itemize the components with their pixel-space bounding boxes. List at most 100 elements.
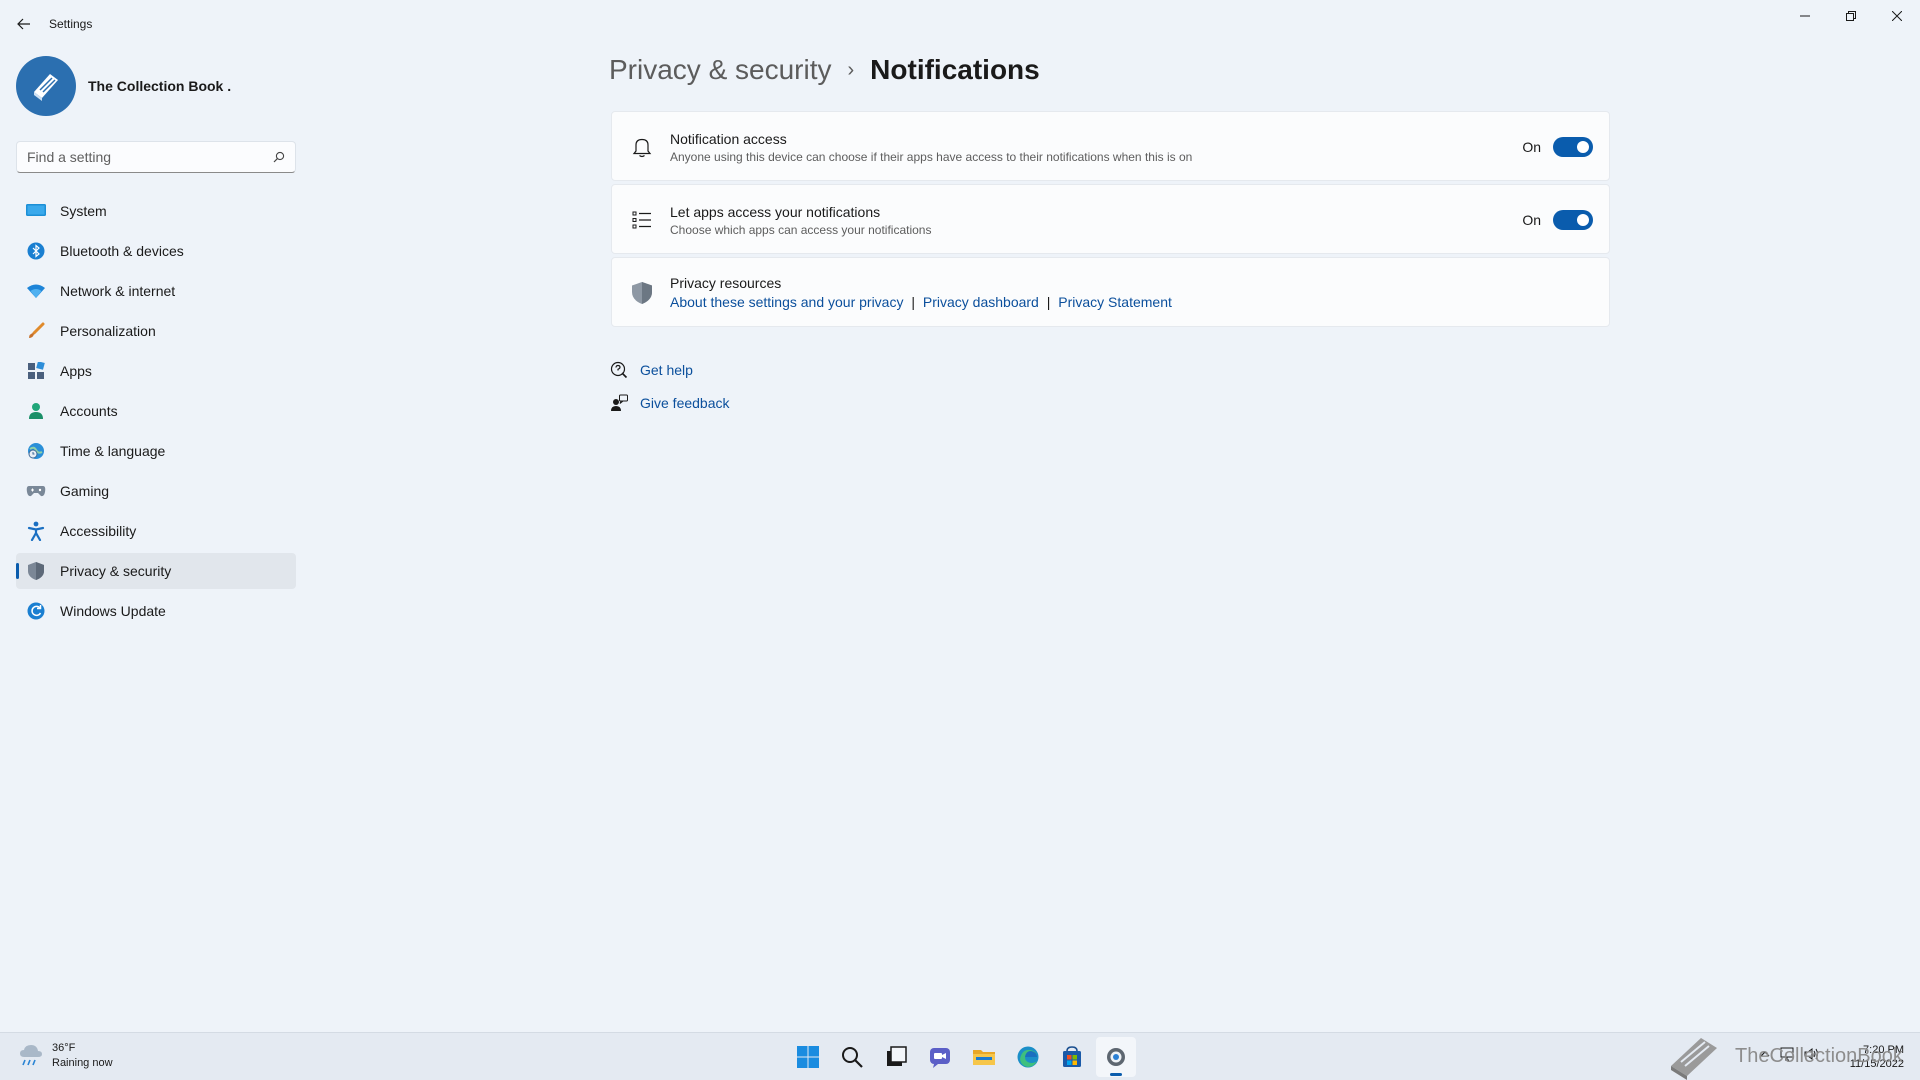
sidebar-item-privacy-security[interactable]: Privacy & security [16,553,296,589]
sidebar-item-accessibility[interactable]: Accessibility [16,513,296,549]
sidebar-nav: System Bluetooth & devices Network & int… [16,193,296,633]
privacy-links: About these settings and your privacy | … [670,294,1172,310]
notification-access-toggle-group: On [1522,137,1593,157]
shield-icon [26,561,46,581]
taskbar: 36°F Raining now 7:20 PM 11/15/2022 [0,1032,1920,1080]
weather-description: Raining now [52,1057,113,1069]
maximize-button[interactable] [1828,0,1874,32]
notification-access-toggle[interactable] [1553,137,1593,157]
app-title: Settings [49,17,93,31]
store-icon[interactable] [1052,1037,1092,1077]
restore-icon [1846,11,1856,21]
setting-description: Anyone using this device can choose if t… [670,150,1193,164]
bell-icon [629,134,655,160]
taskbar-apps [788,1037,1140,1077]
get-help-link[interactable]: Get help [640,362,693,378]
get-help-row: Get help [610,361,693,379]
sidebar-item-apps[interactable]: Apps [16,353,296,389]
accessibility-icon [26,521,46,541]
let-apps-access-toggle-group: On [1522,210,1593,230]
sidebar-item-label: Bluetooth & devices [60,243,184,259]
toggle-state-label: On [1522,212,1541,228]
watermark: TheCollectionBook [1665,1032,1903,1080]
sidebar-item-gaming[interactable]: Gaming [16,473,296,509]
bluetooth-icon [26,241,46,261]
sidebar-item-label: Time & language [60,443,166,459]
weather-text: 36°F Raining now [52,1041,113,1071]
sidebar-item-time-language[interactable]: Time & language [16,433,296,469]
system-icon [26,201,46,221]
let-apps-access-toggle[interactable] [1553,210,1593,230]
privacy-resources-card: Privacy resources About these settings a… [611,257,1610,327]
wifi-icon [26,281,46,301]
breadcrumb: Privacy & security › Notifications [609,54,1040,86]
sidebar-item-personalization[interactable]: Personalization [16,313,296,349]
gamepad-icon [26,481,46,501]
sidebar-item-label: System [60,203,107,219]
link-separator: | [1046,294,1051,310]
sidebar-item-label: Accessibility [60,523,137,539]
give-feedback-link[interactable]: Give feedback [640,395,730,411]
sidebar-item-label: Gaming [60,483,110,499]
sidebar-item-label: Accounts [60,403,118,419]
give-feedback-row: Give feedback [610,394,730,412]
book-icon [34,74,58,101]
sidebar-item-label: Privacy & security [60,563,172,579]
sidebar-item-label: Network & internet [60,283,176,299]
edge-icon[interactable] [1008,1037,1048,1077]
setting-title: Let apps access your notifications [670,204,881,220]
sidebar-item-label: Personalization [60,323,156,339]
rain-cloud-icon [20,1045,42,1066]
back-button[interactable] [12,12,36,36]
setting-title: Privacy resources [670,275,782,291]
globe-clock-icon [26,441,46,461]
feedback-icon [611,394,628,411]
search-icon[interactable] [832,1037,872,1077]
sidebar-item-windows-update[interactable]: Windows Update [16,593,296,629]
account-icon [26,401,46,421]
breadcrumb-separator-icon: › [847,58,855,81]
weather-widget[interactable]: 36°F Raining now [18,1041,113,1071]
task-view-icon[interactable] [876,1037,916,1077]
page-title: Notifications [870,54,1040,85]
brush-icon [26,321,46,341]
book-watermark-icon [1671,1038,1717,1080]
link-separator: | [911,294,915,310]
file-explorer-icon[interactable] [964,1037,1004,1077]
minimize-icon [1800,15,1810,17]
sidebar-item-system[interactable]: System [16,193,296,229]
minimize-button[interactable] [1782,0,1828,32]
windows-start-icon[interactable] [788,1037,828,1077]
avatar[interactable] [16,56,76,116]
apps-icon [26,361,46,381]
sidebar-item-label: Apps [60,363,92,379]
settings-icon[interactable] [1096,1037,1136,1077]
notification-access-card: Notification access Anyone using this de… [611,111,1610,181]
shield-icon [629,280,655,306]
update-icon [26,601,46,621]
close-icon [1892,11,1902,21]
let-apps-access-card: Let apps access your notifications Choos… [611,184,1610,254]
profile-name: The Collection Book . [88,78,232,94]
profile: The Collection Book . [16,56,231,116]
privacy-dashboard-link[interactable]: Privacy dashboard [923,294,1039,310]
toggle-state-label: On [1522,139,1541,155]
list-icon [629,207,655,233]
sidebar-item-accounts[interactable]: Accounts [16,393,296,429]
close-button[interactable] [1874,0,1920,32]
weather-temperature: 36°F [52,1042,76,1054]
back-arrow-icon [17,18,30,30]
sidebar-item-bluetooth[interactable]: Bluetooth & devices [16,233,296,269]
sidebar-item-network[interactable]: Network & internet [16,273,296,309]
search-box[interactable] [16,141,296,173]
setting-description: Choose which apps can access your notifi… [670,223,932,237]
sidebar-item-label: Windows Update [60,603,166,619]
breadcrumb-parent[interactable]: Privacy & security [609,54,832,86]
about-privacy-link[interactable]: About these settings and your privacy [670,294,903,310]
help-icon [610,361,628,379]
search-input[interactable] [27,149,273,165]
chat-icon[interactable] [920,1037,960,1077]
watermark-text: TheCollectionBook [1735,1044,1903,1067]
title-bar: Settings [0,0,1920,48]
privacy-statement-link[interactable]: Privacy Statement [1058,294,1172,310]
